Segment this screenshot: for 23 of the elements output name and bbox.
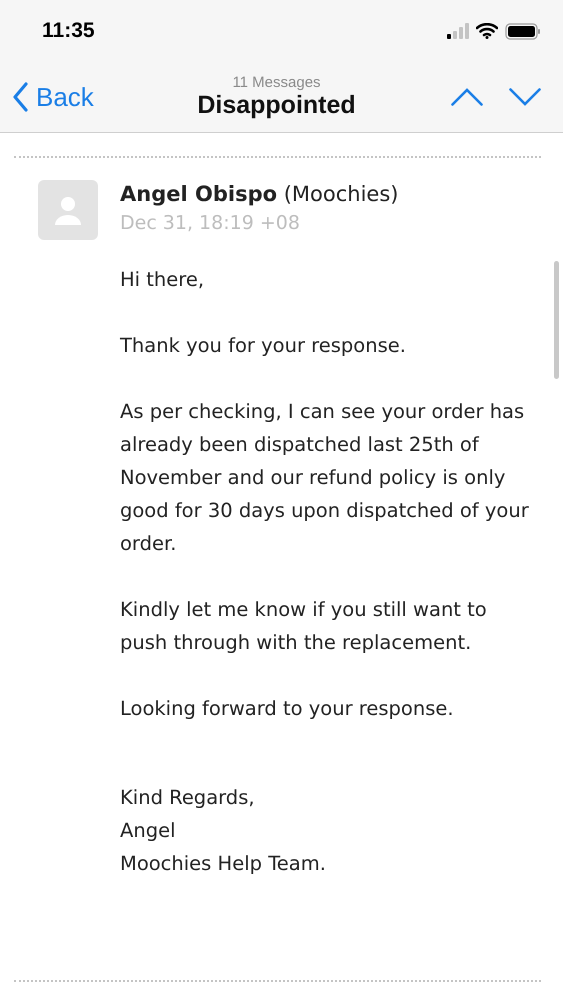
previous-button[interactable] (451, 88, 483, 106)
wifi-icon (476, 23, 498, 39)
body-paragraph: As per checking, I can see your order has already been dispatched last 25th of November and our refund policy is only good for 30 days upon dispatched of your order. (120, 399, 530, 557)
message-count: 11 Messages (232, 74, 321, 91)
body-paragraph: Hi there, (120, 267, 206, 293)
message-date: Dec 31, 18:19 +08 (120, 212, 301, 234)
thread-title: Disappointed (197, 91, 356, 120)
signal-icon (447, 23, 469, 39)
signature-line: Kind Regards, (120, 785, 256, 811)
signature-line: Moochies Help Team. (120, 851, 327, 877)
next-button[interactable] (509, 88, 541, 106)
sender-name: Angel Obispo (Moochies) (120, 182, 400, 206)
body-paragraph: Thank you for your response. (120, 333, 407, 359)
chevron-up-icon (451, 88, 483, 106)
battery-icon (505, 22, 541, 40)
body-paragraph: Looking forward to your response. (120, 696, 455, 722)
person-icon (55, 195, 81, 225)
body-paragraph: Kindly let me know if you still want to push through with the replacement. (120, 597, 488, 656)
signature-line: Angel (120, 818, 176, 844)
back-button[interactable]: Back (12, 82, 94, 112)
chevron-down-icon (509, 88, 541, 106)
status-time: 11:35 (42, 19, 95, 43)
chevron-left-icon (12, 82, 28, 112)
